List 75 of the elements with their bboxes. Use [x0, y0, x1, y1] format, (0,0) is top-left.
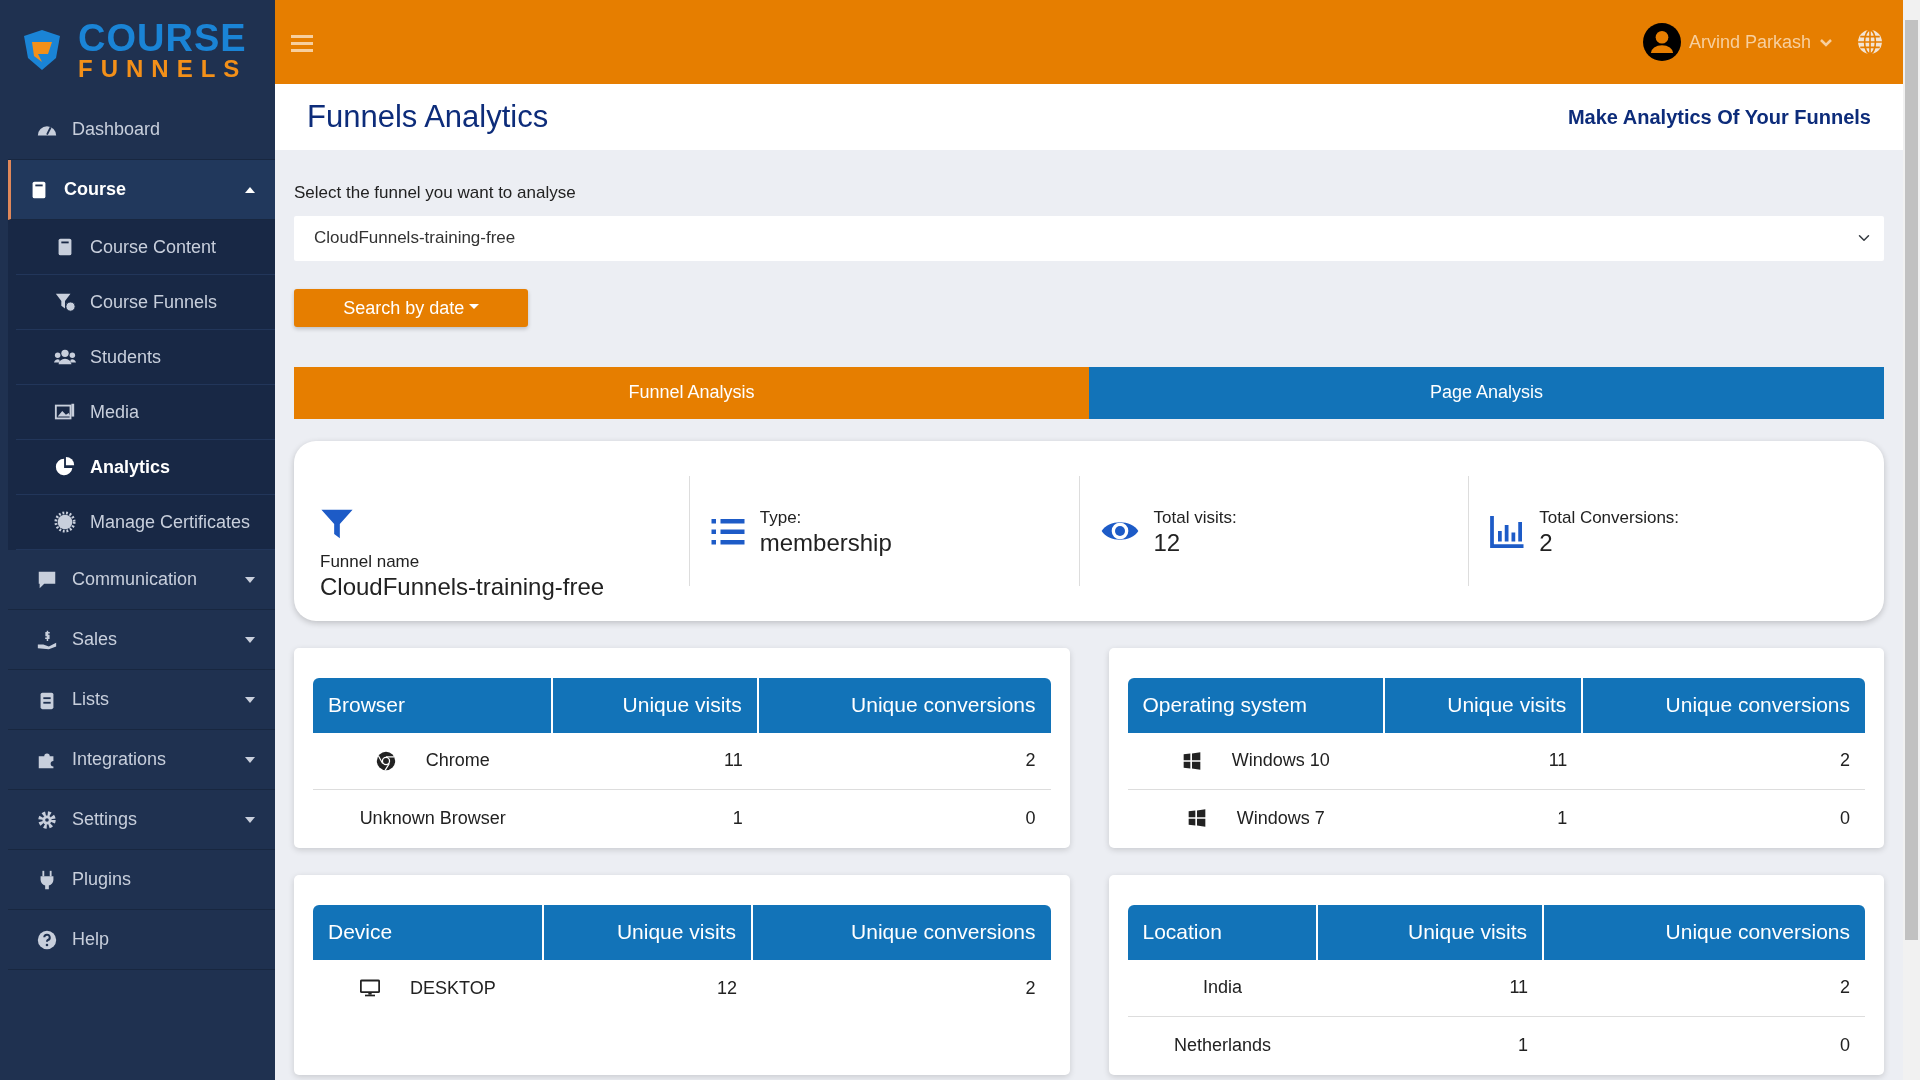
table-cell: 2	[757, 732, 1051, 790]
user-avatar-icon	[1642, 23, 1681, 61]
column-header: Unique conversions	[1582, 677, 1865, 733]
hand-dollar-icon	[36, 628, 58, 651]
stat-value: 12	[1153, 530, 1182, 557]
stat-label: Funnel name	[320, 550, 421, 573]
field-label: Select the funnel you want to analyse	[294, 182, 577, 204]
column-header: Unique visits	[1384, 677, 1583, 733]
stat-value: membership	[759, 530, 892, 557]
chrome-icon	[375, 750, 396, 771]
column-header: Unique visits	[1317, 904, 1544, 960]
sidebar-item[interactable]: Plugins	[8, 850, 275, 910]
stat-label: Total visits:	[1153, 506, 1237, 529]
gear-icon	[36, 808, 58, 831]
table-cell: 11	[552, 732, 758, 790]
pie-chart-icon	[54, 456, 76, 478]
windows-icon	[1181, 750, 1202, 771]
sidebar-item[interactable]: Settings	[8, 790, 275, 850]
table-cell-text: Windows 10	[1231, 749, 1330, 773]
table-cell: 2	[751, 959, 1051, 1017]
table-cell-text: Chrome	[425, 749, 490, 773]
sidebar-item[interactable]: Help	[8, 910, 275, 970]
funnel-coin-icon	[54, 291, 76, 313]
table-cell: 1	[552, 789, 758, 847]
page-subtitle: Make Analytics Of Your Funnels	[1567, 105, 1871, 130]
sidebar-item[interactable]: Integrations	[8, 730, 275, 790]
column-header: Unique conversions	[1543, 904, 1865, 960]
sidebar-subitem[interactable]: Media	[16, 385, 275, 440]
sidebar-item[interactable]: Course	[8, 160, 275, 220]
tab[interactable]: Page Analysis	[1089, 366, 1884, 419]
logo-text: FUNNELS	[78, 57, 248, 81]
page-title: Funnels Analytics	[307, 98, 549, 136]
table-cell: 1	[1317, 1016, 1544, 1074]
table-cell-text: Unknown Browser	[359, 806, 506, 830]
table-cell: 12	[542, 959, 752, 1017]
table-cell-text: Windows 7	[1236, 806, 1325, 830]
table-cell: 0	[1543, 1016, 1865, 1074]
column-header: Device	[313, 904, 543, 960]
table-cell: 0	[1582, 789, 1865, 847]
column-header: Location	[1127, 904, 1318, 960]
monitor-icon	[359, 978, 380, 998]
sidebar-item[interactable]: Communication	[8, 550, 275, 610]
sidebar-subitem[interactable]: Course Content	[16, 220, 275, 275]
scrollbar[interactable]	[1903, 0, 1920, 1080]
table-cell: 11	[1317, 959, 1544, 1017]
sidebar-subitem[interactable]: Course Funnels	[16, 275, 275, 330]
table-cell: 2	[1582, 732, 1865, 790]
table-cell: 11	[1384, 732, 1583, 790]
sidebar-item[interactable]: Sales	[8, 610, 275, 670]
column-header: Unique conversions	[751, 904, 1051, 960]
globe-icon[interactable]	[1857, 29, 1883, 55]
windows-icon	[1186, 808, 1207, 829]
table-cell-text: DESKTOP	[409, 976, 496, 1000]
table-cell: 2	[1543, 959, 1865, 1017]
stat-value: 2	[1539, 530, 1554, 557]
column-header: Unique visits	[552, 677, 758, 733]
table-cell: 1	[1384, 789, 1583, 847]
table-cell-text: India	[1202, 976, 1242, 1000]
logo-text: COURSE	[78, 19, 248, 57]
column-header: Browser	[313, 677, 553, 733]
sidebar-subitem[interactable]: Analytics	[16, 440, 275, 495]
stat-label: Total Conversions:	[1539, 506, 1680, 529]
column-header: Operating system	[1127, 677, 1385, 733]
table-cell-text: Netherlands	[1173, 1033, 1271, 1057]
help-icon	[36, 928, 58, 951]
badge-icon	[54, 511, 76, 533]
sidebar-item[interactable]: Lists	[8, 670, 275, 730]
column-header: Unique visits	[542, 904, 752, 960]
sidebar-subitem[interactable]: Manage Certificates	[16, 495, 275, 550]
sidebar-subitem[interactable]: Students	[16, 330, 275, 385]
column-header: Unique conversions	[757, 677, 1051, 733]
stat-label: Type:	[759, 506, 803, 529]
table-cell: 0	[757, 789, 1051, 847]
funnel-select[interactable]: CloudFunnels-training-free	[294, 215, 1884, 261]
stat-value: CloudFunnels-training-free	[320, 574, 605, 601]
